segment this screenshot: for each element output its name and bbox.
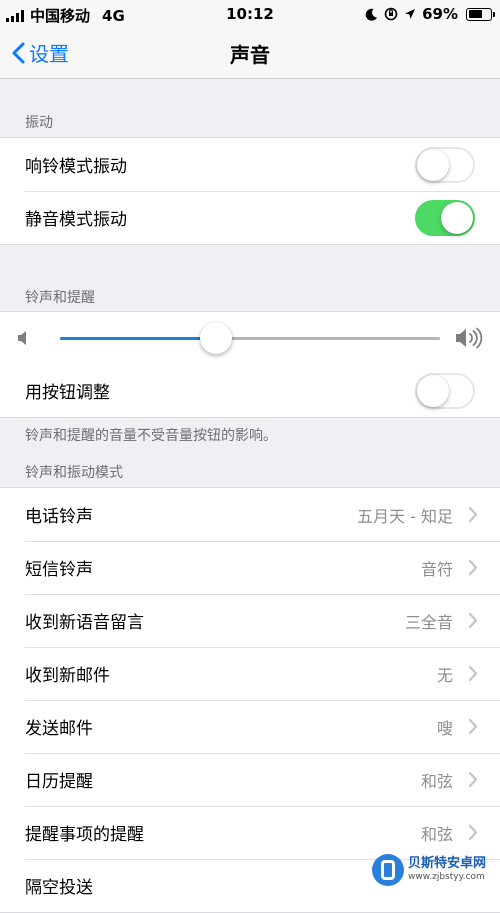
row-vibrate-on-silent: 静音模式振动 — [0, 191, 500, 244]
row-sent-mail[interactable]: 发送邮件 嗖 — [0, 700, 500, 753]
row-label: 收到新邮件 — [25, 666, 110, 686]
chevron-right-icon — [468, 771, 478, 788]
section-header-sounds: 铃声和振动模式 — [25, 465, 123, 481]
watermark-logo-icon — [372, 853, 404, 886]
volume-slider[interactable] — [60, 322, 440, 354]
row-value: 音符 — [420, 559, 453, 579]
volume-low-icon — [18, 331, 26, 345]
row-label: 提醒事项的提醒 — [25, 825, 144, 845]
row-text-tone[interactable]: 短信铃声 音符 — [0, 541, 500, 594]
volume-slider-row — [0, 312, 500, 364]
watermark-name: 贝斯特安卓网 — [408, 856, 487, 871]
row-new-voicemail[interactable]: 收到新语音留言 三全音 — [0, 594, 500, 647]
row-value: 无 — [436, 665, 453, 685]
vibrate-group: 响铃模式振动 静音模式振动 — [0, 137, 500, 245]
toggle-knob — [417, 148, 449, 181]
battery-icon — [466, 7, 495, 21]
page-title: 声音 — [230, 43, 270, 67]
vibrate-on-ring-toggle[interactable] — [415, 146, 475, 183]
row-label: 静音模式振动 — [25, 210, 127, 230]
chevron-right-icon — [468, 665, 478, 682]
chevron-right-icon — [468, 506, 478, 523]
chevron-right-icon — [468, 824, 478, 841]
row-label: 响铃模式振动 — [25, 157, 127, 177]
row-label: 短信铃声 — [25, 560, 93, 580]
change-with-buttons-toggle[interactable] — [415, 372, 475, 409]
row-value: 五月天 - 知足 — [357, 506, 453, 526]
row-label: 用按钮调整 — [25, 383, 110, 403]
chevron-right-icon — [468, 559, 478, 576]
row-value: 和弦 — [420, 824, 453, 844]
navigation-bar: 设置 声音 — [0, 28, 500, 79]
watermark: 贝斯特安卓网 www.zjbstyy.com — [372, 850, 500, 889]
ringer-footer-note: 铃声和提醒的音量不受音量按钮的影响。 — [25, 428, 277, 444]
row-label: 日历提醒 — [25, 772, 93, 792]
ringer-group: 用按钮调整 — [0, 311, 500, 418]
row-value: 和弦 — [420, 771, 453, 791]
row-new-mail[interactable]: 收到新邮件 无 — [0, 647, 500, 700]
row-label: 发送邮件 — [25, 719, 93, 739]
watermark-text: 贝斯特安卓网 www.zjbstyy.com — [408, 857, 486, 882]
volume-slider-thumb[interactable] — [199, 322, 232, 354]
toggle-knob — [417, 374, 449, 407]
row-label: 隔空投送 — [25, 878, 93, 898]
row-value: 三全音 — [404, 612, 453, 632]
watermark-url: www.zjbstyy.com — [408, 872, 485, 882]
row-label: 收到新语音留言 — [25, 613, 144, 633]
volume-high-icon — [456, 327, 483, 349]
row-change-with-buttons: 用按钮调整 — [0, 364, 500, 417]
battery-fill — [468, 10, 483, 18]
row-ringtone[interactable]: 电话铃声 五月天 - 知足 — [0, 488, 500, 541]
chevron-right-icon — [468, 612, 478, 629]
section-header-vibrate: 振动 — [25, 115, 53, 131]
moon-icon — [365, 8, 378, 21]
orientation-lock-icon — [384, 7, 398, 21]
row-label: 电话铃声 — [25, 507, 93, 527]
battery-percent: 69% — [422, 5, 458, 23]
toggle-knob — [441, 201, 473, 234]
section-header-ringer: 铃声和提醒 — [25, 290, 95, 306]
location-icon — [405, 8, 416, 19]
chevron-right-icon — [468, 718, 478, 735]
row-value: 嗖 — [436, 718, 453, 738]
volume-slider-fill — [60, 337, 216, 340]
row-vibrate-on-ring: 响铃模式振动 — [0, 138, 500, 191]
row-calendar-alerts[interactable]: 日历提醒 和弦 — [0, 753, 500, 806]
status-right: 69% — [365, 5, 495, 23]
status-bar: 中国移动 4G 10:12 69% — [0, 0, 500, 28]
vibrate-on-silent-toggle[interactable] — [415, 199, 475, 236]
